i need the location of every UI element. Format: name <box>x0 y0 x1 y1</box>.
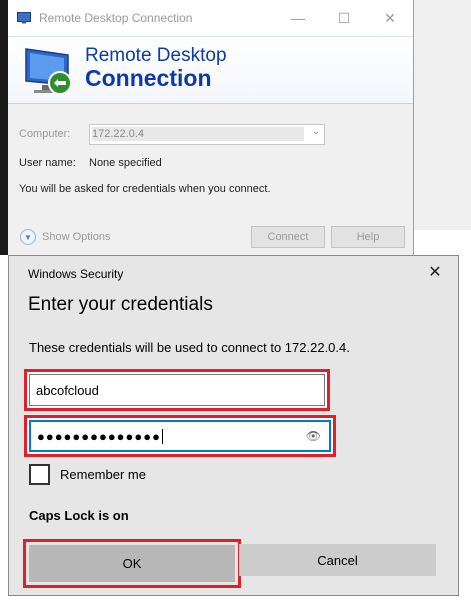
remote-desktop-monitor-icon <box>25 48 72 95</box>
close-icon[interactable]: ✕ <box>425 262 445 282</box>
reveal-password-icon[interactable]: 👁 <box>306 429 321 443</box>
credentials-info-text: You will be asked for credentials when y… <box>19 183 271 195</box>
rdc-footer: ▼ Show Options Connect Help <box>20 226 405 248</box>
chevron-down-icon[interactable]: ⌄ <box>312 126 320 137</box>
remember-me-label: Remember me <box>60 467 146 482</box>
cancel-button[interactable]: Cancel <box>239 544 436 576</box>
password-mask: ●●●●●●●●●●●●●● <box>37 428 161 444</box>
rdc-window-controls: — ☐ ✕ <box>275 0 413 36</box>
rdc-heading-line1: Remote Desktop <box>85 45 227 66</box>
username-input-value: abcofcloud <box>36 382 99 398</box>
maximize-icon[interactable]: ☐ <box>321 0 367 36</box>
computer-row: Computer: 172.22.0.4 ⌄ <box>19 122 413 146</box>
username-highlight: abcofcloud <box>24 369 330 411</box>
dialog-title: Windows Security <box>28 267 124 281</box>
username-label: User name: <box>19 157 76 169</box>
username-row: User name: None specified <box>19 151 413 175</box>
rdc-titlebar[interactable]: Remote Desktop Connection — ☐ ✕ <box>8 0 413 36</box>
close-icon[interactable]: ✕ <box>367 0 413 36</box>
computer-combobox-value: 172.22.0.4 <box>92 128 144 140</box>
remember-me-checkbox[interactable] <box>29 464 50 485</box>
ok-highlight: OK <box>23 539 241 588</box>
computer-combobox[interactable]: 172.22.0.4 ⌄ <box>89 123 325 145</box>
help-button[interactable]: Help <box>331 226 405 248</box>
caps-lock-warning: Caps Lock is on <box>29 508 129 523</box>
windows-security-dialog: Windows Security ✕ Enter your credential… <box>8 255 459 596</box>
remember-me-row[interactable]: Remember me <box>29 464 146 485</box>
background-window-edge <box>413 0 471 230</box>
rdc-app-icon <box>17 12 31 24</box>
rdc-heading: Remote Desktop Connection <box>85 46 227 90</box>
rdc-banner: Remote Desktop Connection <box>8 36 413 104</box>
ok-button[interactable]: OK <box>29 545 235 582</box>
rdc-window-title: Remote Desktop Connection <box>39 11 193 25</box>
rdc-heading-line2: Connection <box>85 65 212 91</box>
background-terminal-strip <box>0 0 8 255</box>
minimize-icon[interactable]: — <box>275 0 321 36</box>
rdc-window: Remote Desktop Connection — ☐ ✕ Remote D… <box>8 0 414 256</box>
username-input[interactable]: abcofcloud <box>29 374 325 406</box>
expand-chevron-icon: ▼ <box>20 229 36 245</box>
dialog-heading: Enter your credentials <box>28 294 213 315</box>
connect-button[interactable]: Connect <box>251 226 325 248</box>
rdc-body: Computer: 172.22.0.4 ⌄ User name: None s… <box>8 104 413 195</box>
show-options-toggle[interactable]: ▼ Show Options <box>20 229 110 245</box>
text-caret <box>161 428 163 444</box>
dialog-description: These credentials will be used to connec… <box>29 340 350 355</box>
computer-label: Computer: <box>19 128 71 140</box>
show-options-label: Show Options <box>42 231 111 243</box>
username-value: None specified <box>89 157 162 169</box>
password-input[interactable]: ●●●●●●●●●●●●●● 👁 <box>29 420 331 452</box>
password-highlight: ●●●●●●●●●●●●●● 👁 <box>24 415 336 457</box>
